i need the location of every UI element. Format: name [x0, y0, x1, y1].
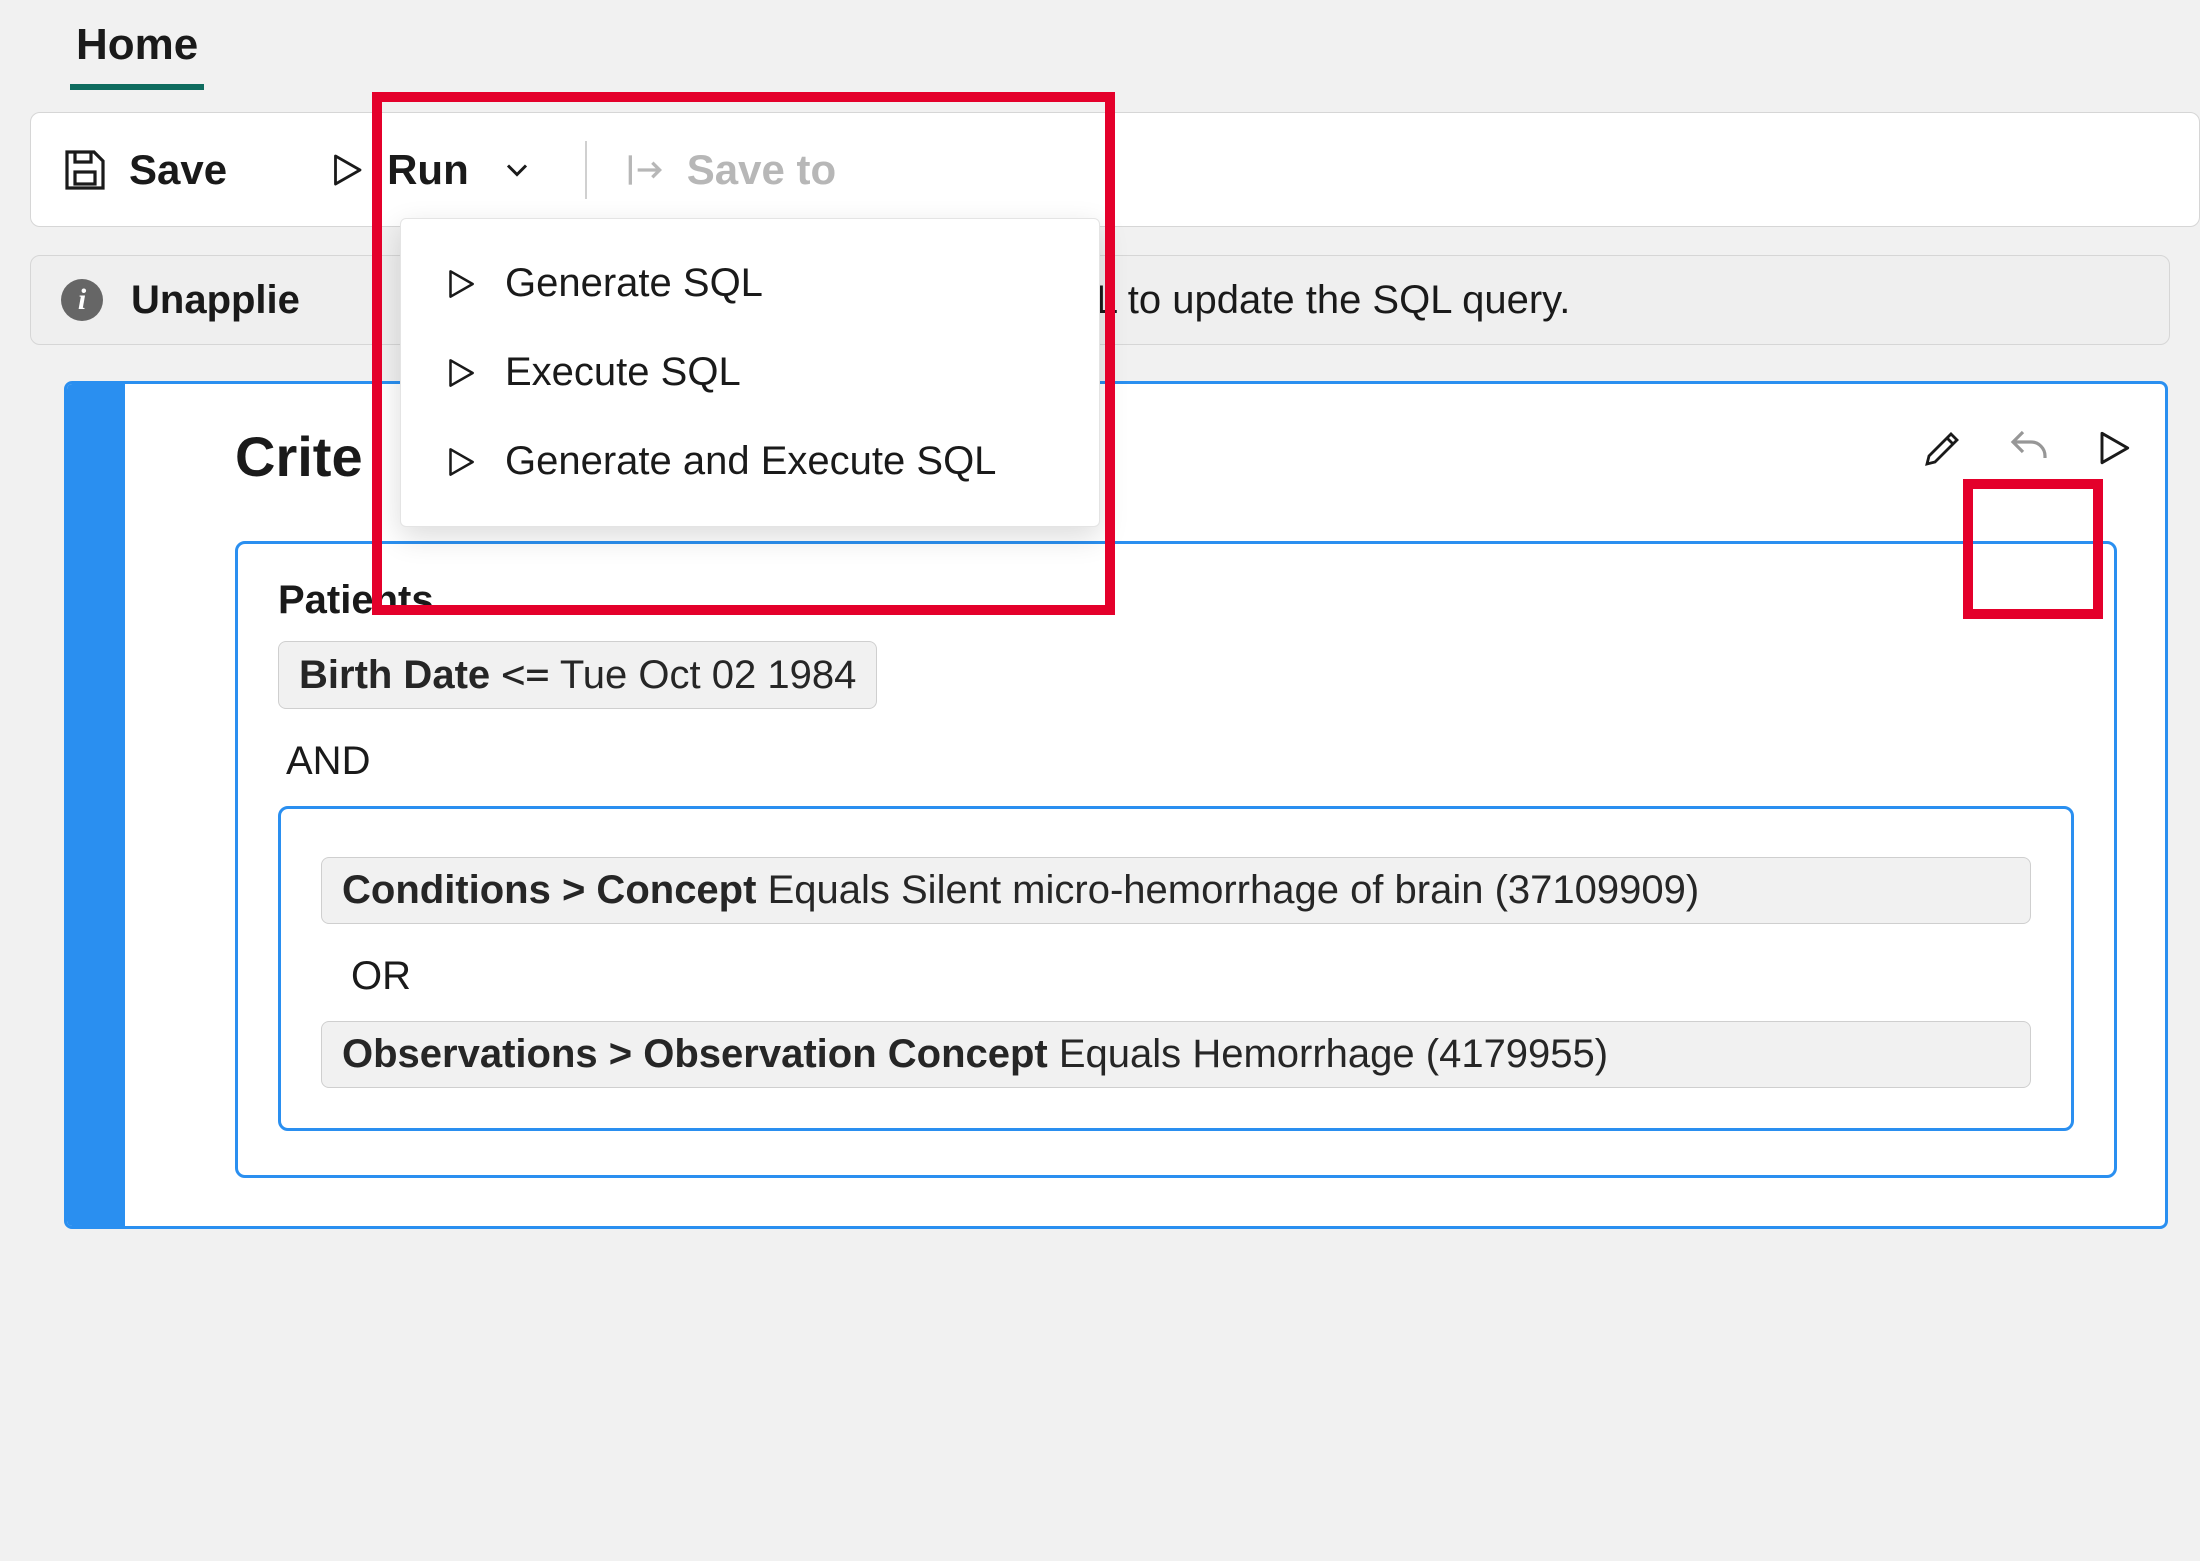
play-icon — [441, 265, 479, 303]
play-icon — [441, 354, 479, 392]
nested-criteria-card: Conditions > Concept Equals Silent micro… — [278, 806, 2074, 1131]
save-icon — [61, 146, 109, 194]
menu-generate-sql[interactable]: Generate SQL — [415, 239, 1085, 328]
save-button[interactable]: Save — [61, 146, 227, 194]
undo-button[interactable] — [2005, 424, 2053, 477]
chip-value: Silent micro-hemorrhage of brain (371099… — [901, 868, 1699, 912]
menu-item-label: Execute SQL — [505, 350, 741, 395]
menu-generate-and-execute-sql[interactable]: Generate and Execute SQL — [415, 417, 1085, 506]
chip-value: Hemorrhage (4179955) — [1192, 1032, 1608, 1076]
tab-strip: Home — [0, 0, 2200, 90]
birth-date-filter-chip[interactable]: Birth Date <= Tue Oct 02 1984 — [278, 641, 877, 709]
criteria-card: Patients Birth Date <= Tue Oct 02 1984 A… — [235, 541, 2117, 1178]
edit-button[interactable] — [1919, 424, 1967, 477]
save-to-button[interactable]: Save to — [623, 146, 836, 194]
logical-and: AND — [286, 739, 2074, 784]
menu-execute-sql[interactable]: Execute SQL — [415, 328, 1085, 417]
chip-field: Conditions > Concept — [342, 868, 756, 912]
info-icon: i — [61, 279, 103, 321]
conditions-filter-chip[interactable]: Conditions > Concept Equals Silent micro… — [321, 857, 2031, 924]
menu-item-label: Generate and Execute SQL — [505, 439, 996, 484]
panel-accent — [67, 384, 125, 1226]
info-bar: i Unapplie L to update the SQL query. — [30, 255, 2170, 345]
run-button-label: Run — [387, 146, 469, 194]
save-button-label: Save — [129, 146, 227, 194]
panel-tools — [1919, 424, 2135, 477]
run-criteria-button[interactable] — [2091, 426, 2135, 475]
play-icon — [325, 149, 367, 191]
menu-item-label: Generate SQL — [505, 261, 763, 306]
chevron-down-icon — [499, 152, 535, 188]
observations-filter-chip[interactable]: Observations > Observation Concept Equal… — [321, 1021, 2031, 1088]
chip-operator: <= — [501, 652, 549, 698]
logical-or: OR — [351, 954, 2031, 999]
criteria-panel: Crite Patients — [64, 381, 2168, 1229]
info-text: Unapplie — [131, 278, 300, 323]
info-prefix: Unapplie — [131, 278, 300, 322]
info-icon-char: i — [78, 283, 86, 317]
export-icon — [623, 148, 667, 192]
chip-field: Birth Date — [299, 653, 490, 697]
toolbar-separator — [585, 141, 587, 199]
run-button[interactable]: Run — [325, 146, 535, 194]
chip-field: Observations > Observation Concept — [342, 1032, 1048, 1076]
run-dropdown: Generate SQL Execute SQL Generate and Ex… — [400, 218, 1100, 527]
patients-heading: Patients — [278, 578, 2074, 623]
chip-operator: Equals — [768, 868, 890, 912]
save-to-button-label: Save to — [687, 146, 836, 194]
info-suffix: L to update the SQL query. — [1096, 278, 1570, 323]
toolbar: Save Run Save to — [30, 112, 2200, 227]
play-icon — [441, 443, 479, 481]
chip-value: Tue Oct 02 1984 — [560, 653, 856, 697]
chip-operator: Equals — [1059, 1032, 1181, 1076]
tab-home[interactable]: Home — [70, 20, 204, 90]
